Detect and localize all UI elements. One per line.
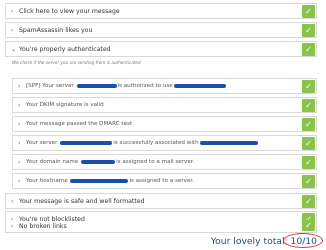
check-icon: ✓ — [302, 175, 315, 188]
auth-item-hostname[interactable]: › Your hostname is assigned to a server. … — [12, 173, 317, 189]
check-icon: ✓ — [302, 156, 315, 169]
section-label: Click here to view your message — [19, 7, 120, 15]
auth-item-spf[interactable]: › [SPF] Your server is authorized to use … — [12, 78, 317, 94]
auth-item-text: Your message passed the DMARC test — [26, 121, 133, 127]
auth-item-text-mid: is authorized to use — [117, 83, 173, 89]
auth-item-domain[interactable]: › Your domain name is assigned to a mail … — [12, 154, 317, 170]
check-icon: ✓ — [302, 118, 315, 131]
chevron-right-icon: › — [11, 223, 14, 230]
section-no-broken-links[interactable]: › No broken links ✓ — [5, 220, 317, 233]
auth-item-text: Your hostname — [26, 178, 68, 184]
chevron-right-icon: › — [11, 197, 14, 205]
section-label: No broken links — [19, 223, 67, 230]
highlight-circle — [283, 233, 323, 248]
redacted-value — [199, 141, 258, 145]
auth-item-dmarc[interactable]: › Your message passed the DMARC test ✓ — [12, 116, 317, 132]
auth-note: We check if the server you are sending f… — [12, 60, 141, 65]
chevron-right-icon: › — [18, 82, 21, 90]
chevron-right-icon: › — [18, 158, 21, 166]
redacted-value — [76, 84, 117, 88]
check-icon: ✓ — [302, 137, 315, 150]
check-icon: ✓ — [302, 24, 315, 37]
chevron-right-icon: › — [11, 7, 14, 15]
section-view-message[interactable]: › Click here to view your message ✓ — [5, 3, 317, 19]
total-prefix: Your lovely — [210, 236, 264, 247]
chevron-right-icon: › — [18, 120, 21, 128]
auth-item-text: [SPF] Your server — [26, 83, 74, 89]
chevron-right-icon: › — [18, 139, 21, 147]
chevron-right-icon: › — [18, 177, 21, 185]
auth-item-text: Your domain name — [26, 159, 79, 165]
chevron-down-icon: ⌄ — [11, 45, 17, 53]
section-safe-formatted[interactable]: › Your message is safe and well formatted… — [5, 193, 317, 209]
auth-item-text-mid: is assigned to a mail server. — [116, 159, 195, 165]
chevron-right-icon: › — [18, 101, 21, 109]
check-icon: ✓ — [302, 195, 315, 208]
auth-item-text-mid: is successfully associated with — [113, 140, 199, 146]
auth-item-text: Your DKIM signature is valid — [26, 102, 104, 108]
check-icon: ✓ — [302, 43, 315, 56]
chevron-right-icon: › — [11, 26, 14, 34]
auth-item-text: Your server — [26, 140, 58, 146]
redacted-value — [60, 141, 113, 145]
section-authenticated[interactable]: ⌄ You're properly authenticated ✓ — [5, 41, 317, 57]
auth-item-dkim[interactable]: › Your DKIM signature is valid ✓ — [12, 97, 317, 113]
section-spamassassin[interactable]: › SpamAssassin likes you ✓ — [5, 22, 317, 38]
check-icon: ✓ — [302, 220, 315, 231]
check-icon: ✓ — [302, 5, 315, 18]
auth-item-text-mid: is assigned to a server. — [129, 178, 194, 184]
auth-item-server[interactable]: › Your server is successfully associated … — [12, 135, 317, 151]
check-icon: ✓ — [302, 99, 315, 112]
check-icon: ✓ — [302, 80, 315, 93]
redacted-value — [81, 160, 116, 164]
section-label: You're properly authenticated — [19, 45, 111, 53]
redacted-value — [70, 179, 129, 183]
section-label: SpamAssassin likes you — [19, 26, 93, 34]
redacted-value — [173, 84, 226, 88]
section-label: Your message is safe and well formatted — [19, 197, 145, 205]
